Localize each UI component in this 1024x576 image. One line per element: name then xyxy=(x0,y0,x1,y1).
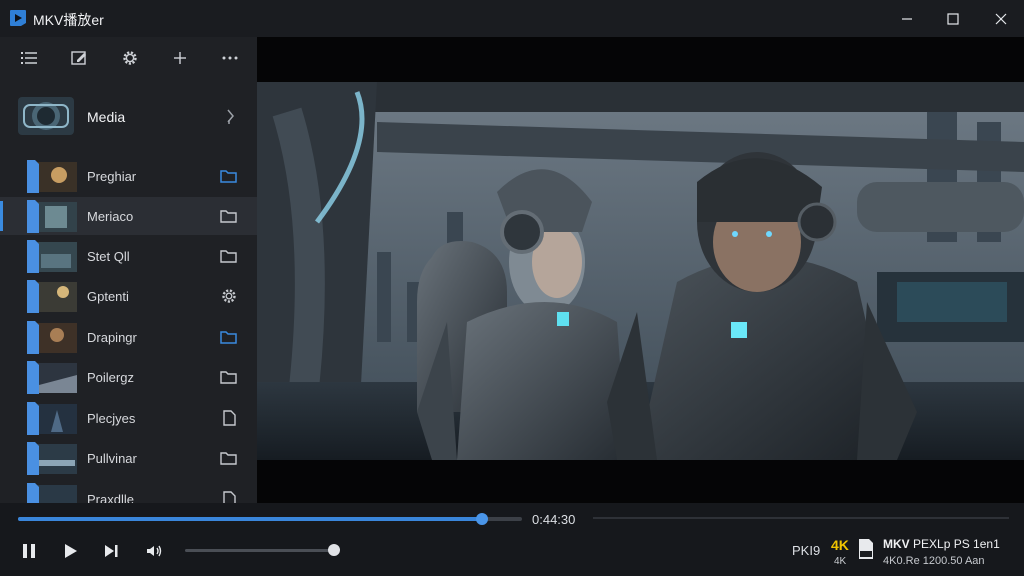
title-bar: MKV播放er xyxy=(0,0,1024,37)
folder-open-icon xyxy=(220,170,237,183)
list-item[interactable]: Poilergz xyxy=(0,358,257,396)
pause-icon xyxy=(23,544,35,558)
item-label: Stet Qll xyxy=(87,249,130,264)
container-label: MKV xyxy=(883,537,910,551)
minimize-icon xyxy=(902,17,912,20)
sidebar-toolbar xyxy=(0,37,257,79)
folder-open-icon xyxy=(220,331,237,344)
volume-icon xyxy=(147,545,162,557)
minimize-button[interactable] xyxy=(884,0,930,37)
selection-indicator xyxy=(0,201,3,231)
folder-icon xyxy=(220,452,237,465)
more-icon xyxy=(222,56,238,60)
add-icon xyxy=(174,52,186,64)
item-label: Praxdlle xyxy=(87,492,134,503)
4k-badge-sub: 4K xyxy=(834,556,847,567)
seek-handle[interactable] xyxy=(475,513,488,525)
format-label: PKI9 xyxy=(792,543,821,558)
item-label: Gptenti xyxy=(87,289,129,304)
item-thumbnail xyxy=(27,442,77,475)
media-header[interactable]: Media xyxy=(0,93,257,141)
app-title: MKV播放er xyxy=(33,12,104,28)
video-frame[interactable] xyxy=(257,82,1024,460)
edit-button[interactable] xyxy=(68,47,90,69)
item-thumbnail xyxy=(27,402,77,435)
list-item[interactable]: Meriaco xyxy=(0,197,257,235)
list-item[interactable]: Drapingr xyxy=(0,318,257,356)
seek-progress xyxy=(18,517,482,521)
skip-next-icon xyxy=(105,545,118,557)
seek-remaining xyxy=(593,517,1009,519)
media-thumbnail xyxy=(18,97,74,135)
item-thumbnail xyxy=(27,200,77,233)
gear-icon xyxy=(222,289,236,303)
edit-icon xyxy=(71,51,86,65)
folder-icon xyxy=(220,210,237,223)
settings-icon xyxy=(123,51,137,65)
play-icon xyxy=(65,544,77,558)
media-info-line1: MKV PEXLp PS 1en1 xyxy=(883,537,1000,551)
item-label: Plecjyes xyxy=(87,411,136,426)
item-thumbnail xyxy=(27,483,77,503)
item-thumbnail xyxy=(27,280,77,313)
4k-badge: 4K xyxy=(831,537,849,553)
list-item[interactable]: Gptenti xyxy=(0,277,257,315)
item-label: Poilergz xyxy=(87,370,134,385)
pause-button[interactable] xyxy=(18,540,40,562)
item-label: Meriaco xyxy=(87,209,134,224)
close-icon xyxy=(995,13,1007,24)
list-item[interactable]: Plecjyes xyxy=(0,399,257,437)
codec-info: PEXLp PS 1en1 xyxy=(913,537,1000,551)
maximize-icon xyxy=(947,12,959,25)
volume-handle[interactable] xyxy=(327,544,340,556)
item-label: Drapingr xyxy=(87,330,137,345)
play-button[interactable] xyxy=(59,540,81,562)
seek-bar[interactable] xyxy=(18,513,522,525)
item-thumbnail xyxy=(27,240,77,273)
settings-button[interactable] xyxy=(119,47,141,69)
volume-slider[interactable] xyxy=(185,544,340,556)
app-logo-icon xyxy=(8,8,28,28)
file-icon xyxy=(223,491,236,503)
add-button[interactable] xyxy=(169,47,191,69)
folder-icon xyxy=(220,371,237,384)
maximize-button[interactable] xyxy=(930,0,976,37)
media-info-line2: 4K0.Re 1200.50 Aan xyxy=(883,555,985,567)
item-thumbnail xyxy=(27,160,77,193)
item-thumbnail xyxy=(27,361,77,394)
more-button[interactable] xyxy=(219,47,241,69)
chevron-right-icon xyxy=(227,109,234,124)
list-button[interactable] xyxy=(18,47,40,69)
close-button[interactable] xyxy=(978,0,1024,37)
item-label: Preghiar xyxy=(87,169,137,184)
player-controls: 0:44:30 PKI9 4K 4K MKV PEXLp PS 1en1 4K0… xyxy=(0,503,1024,576)
volume-button[interactable] xyxy=(143,540,165,562)
file-badge-icon xyxy=(859,539,873,559)
item-thumbnail xyxy=(27,321,77,354)
video-area[interactable] xyxy=(257,37,1024,503)
item-label: Pullvinar xyxy=(87,451,137,466)
video-scene xyxy=(257,82,1024,460)
time-display: 0:44:30 xyxy=(532,512,576,527)
list-icon xyxy=(21,52,37,64)
list-item[interactable]: Pullvinar xyxy=(0,439,257,477)
sidebar: Media Preghiar Meriaco Stet Qll Gptenti … xyxy=(0,37,257,503)
file-icon xyxy=(223,410,236,426)
folder-icon xyxy=(220,250,237,263)
next-button[interactable] xyxy=(100,540,122,562)
list-item[interactable]: Stet Qll xyxy=(0,237,257,275)
list-item[interactable]: Praxdlle xyxy=(0,480,257,503)
list-item[interactable]: Preghiar xyxy=(0,157,257,195)
media-label: Media xyxy=(87,109,126,125)
